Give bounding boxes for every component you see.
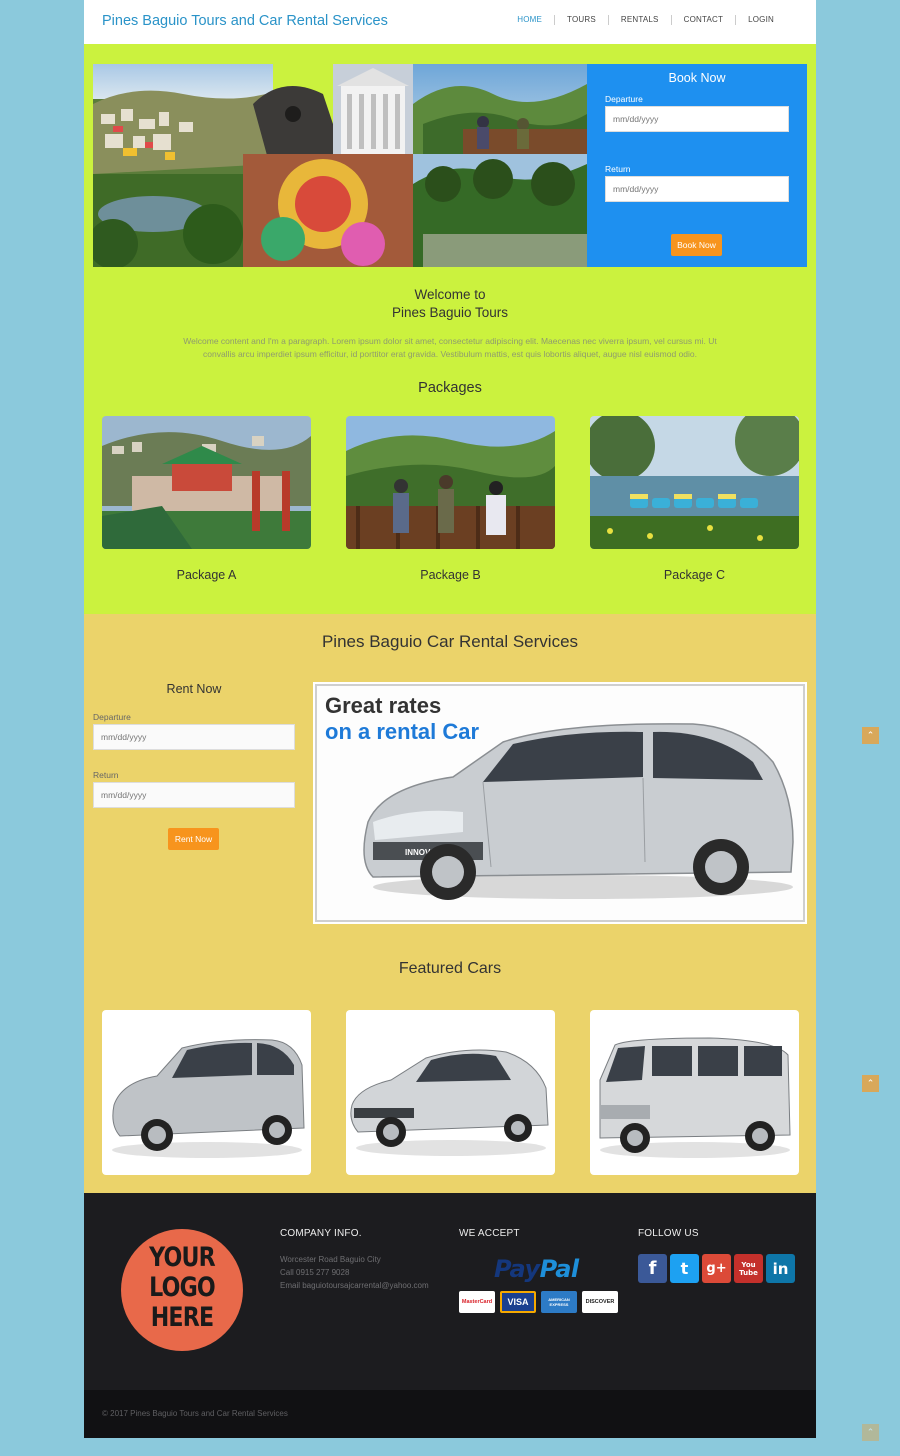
site-header: Pines Baguio Tours and Car Rental Servic… bbox=[84, 0, 816, 44]
book-now-button[interactable]: Book Now bbox=[671, 234, 722, 256]
we-accept-heading: WE ACCEPT bbox=[459, 1228, 520, 1239]
logo-line-1: YOUR bbox=[149, 1242, 216, 1273]
facebook-icon[interactable]: f bbox=[638, 1254, 667, 1283]
company-address: Worcester Road Baguio City bbox=[280, 1255, 381, 1264]
book-return-label: Return bbox=[605, 164, 631, 174]
book-now-panel: Book Now Departure Return Book Now bbox=[587, 64, 807, 267]
scroll-top-button-3[interactable]: ⌃ bbox=[862, 1424, 879, 1441]
visa-logo: VISA bbox=[500, 1291, 536, 1313]
discover-logo: DISCOVER bbox=[582, 1291, 618, 1313]
chevron-up-icon: ⌃ bbox=[866, 1427, 875, 1437]
welcome-heading-line1: Welcome to bbox=[414, 287, 486, 302]
company-info-heading: COMPANY INFO. bbox=[280, 1228, 362, 1239]
book-departure-input[interactable] bbox=[605, 106, 789, 132]
logo-placeholder: YOUR LOGO HERE bbox=[121, 1229, 243, 1351]
featured-car-1-image[interactable] bbox=[102, 1010, 311, 1175]
package-a-label[interactable]: Package A bbox=[102, 568, 311, 582]
company-email[interactable]: Email baguiotoursajcarrental@yahoo.com bbox=[280, 1281, 429, 1290]
tours-section: Book Now Departure Return Book Now Welco… bbox=[84, 44, 816, 614]
linkedin-icon[interactable]: in bbox=[766, 1254, 795, 1283]
nav-home[interactable]: HOME bbox=[505, 15, 554, 25]
nav-tours[interactable]: TOURS bbox=[554, 15, 608, 25]
packages-heading: Packages bbox=[418, 380, 482, 396]
featured-cars-heading: Featured Cars bbox=[398, 960, 502, 977]
chevron-up-icon: ⌃ bbox=[866, 730, 875, 740]
book-departure-label: Departure bbox=[605, 94, 643, 104]
ad-line2: on a rental Car bbox=[325, 719, 479, 744]
american-express-logo: AMERICAN EXPRESS bbox=[541, 1291, 577, 1313]
rent-return-input[interactable] bbox=[93, 782, 295, 808]
company-phone: Call 0915 277 9028 bbox=[280, 1268, 350, 1277]
youtube-icon[interactable]: You Tube bbox=[734, 1254, 763, 1283]
package-c-image[interactable] bbox=[590, 416, 799, 549]
follow-us-heading: FOLLOW US bbox=[638, 1228, 699, 1239]
scroll-top-button-1[interactable]: ⌃ bbox=[862, 727, 879, 744]
nav-login[interactable]: LOGIN bbox=[735, 15, 786, 25]
hero-collage-image bbox=[93, 64, 587, 267]
main-nav: HOME TOURS RENTALS CONTACT LOGIN bbox=[505, 15, 786, 25]
site-brand[interactable]: Pines Baguio Tours and Car Rental Servic… bbox=[102, 13, 388, 29]
car-rental-section: Pines Baguio Car Rental Services Rent No… bbox=[84, 614, 816, 1193]
copyright-text: © 2017 Pines Baguio Tours and Car Rental… bbox=[102, 1409, 288, 1418]
package-b-image[interactable] bbox=[346, 416, 555, 549]
featured-car-2-image[interactable] bbox=[346, 1010, 555, 1175]
car-rental-heading: Pines Baguio Car Rental Services bbox=[321, 632, 579, 651]
featured-car-3-image[interactable] bbox=[590, 1010, 799, 1175]
footer-bottom-bar: © 2017 Pines Baguio Tours and Car Rental… bbox=[84, 1390, 816, 1438]
logo-line-3: HERE bbox=[150, 1302, 214, 1333]
logo-line-2: LOGO bbox=[149, 1272, 216, 1303]
welcome-paragraph: Welcome content and I'm a paragraph. Lor… bbox=[183, 336, 717, 359]
rent-now-title: Rent Now bbox=[166, 682, 222, 696]
page: Pines Baguio Tours and Car Rental Servic… bbox=[84, 0, 816, 1438]
welcome-heading-line2: Pines Baguio Tours bbox=[391, 305, 509, 320]
package-c-label[interactable]: Package C bbox=[590, 568, 799, 582]
package-b-label[interactable]: Package B bbox=[346, 568, 555, 582]
nav-contact[interactable]: CONTACT bbox=[670, 15, 735, 25]
paypal-logo: PayPal bbox=[494, 1255, 579, 1283]
book-return-input[interactable] bbox=[605, 176, 789, 202]
site-footer: YOUR LOGO HERE COMPANY INFO. Worcester R… bbox=[84, 1193, 816, 1390]
chevron-up-icon: ⌃ bbox=[866, 1078, 875, 1088]
rent-now-button[interactable]: Rent Now bbox=[168, 828, 219, 850]
rent-return-label: Return bbox=[93, 770, 119, 780]
book-now-title: Book Now bbox=[668, 71, 726, 85]
rent-departure-input[interactable] bbox=[93, 724, 295, 750]
nav-rentals[interactable]: RENTALS bbox=[607, 15, 671, 25]
mastercard-logo: MasterCard bbox=[459, 1291, 495, 1313]
twitter-icon[interactable]: t bbox=[670, 1254, 699, 1283]
google-plus-icon[interactable]: g+ bbox=[702, 1254, 731, 1283]
rental-ad-banner: Great rates on a rental Car INNOVA bbox=[313, 682, 807, 924]
scroll-top-button-2[interactable]: ⌃ bbox=[862, 1075, 879, 1092]
ad-line1: Great rates bbox=[325, 693, 441, 718]
rent-departure-label: Departure bbox=[93, 712, 131, 722]
package-a-image[interactable] bbox=[102, 416, 311, 549]
